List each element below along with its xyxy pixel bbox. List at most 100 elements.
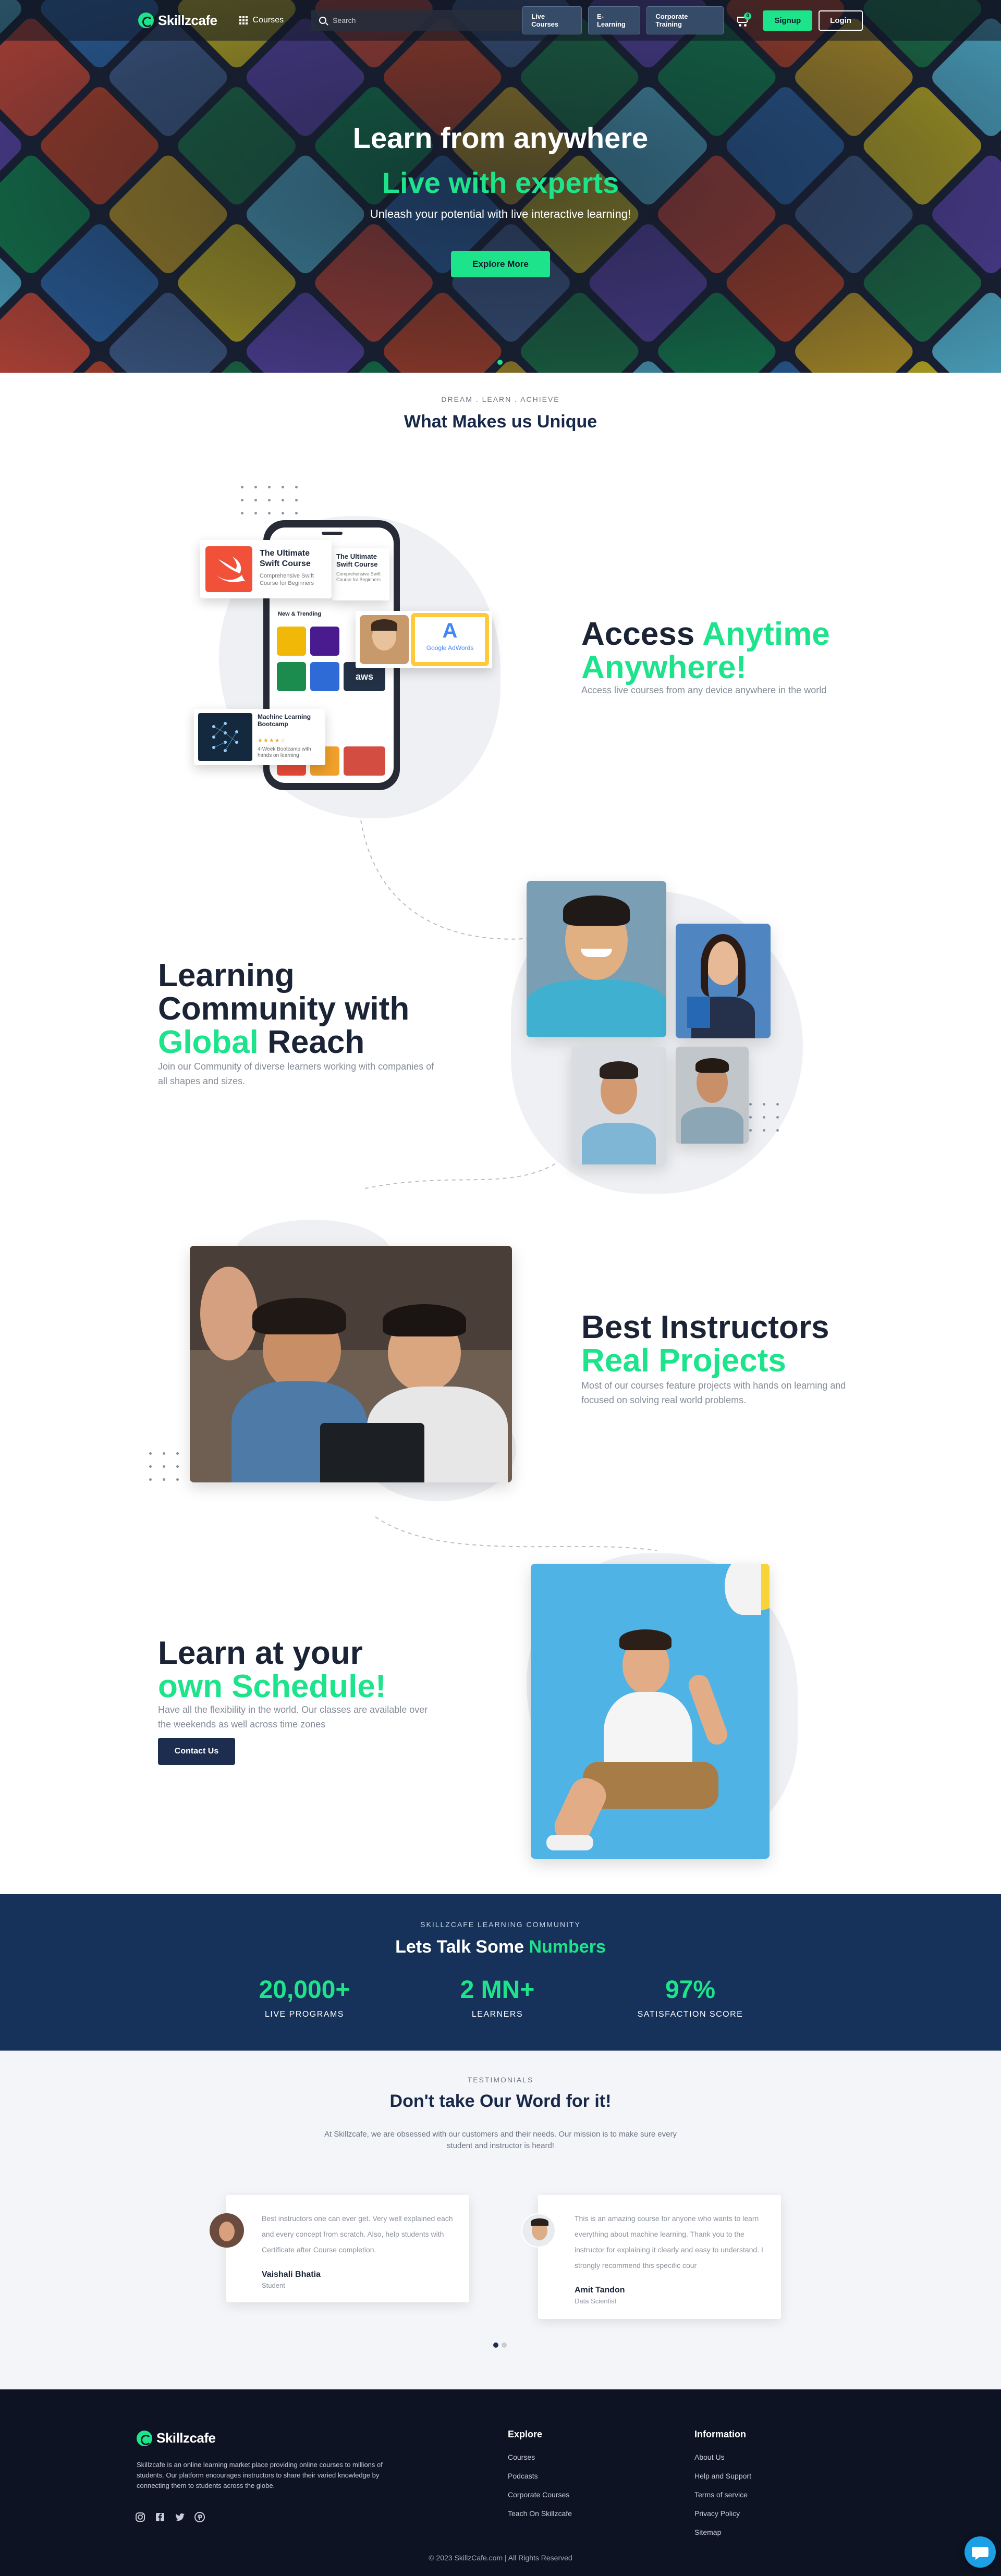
swift-card-sub: Comprehensive Swift Course for Beginners <box>260 573 314 586</box>
hero-title: Learn from anywhere <box>352 121 649 154</box>
testimonials-section: TESTIMONIALS Don't take Our Word for it!… <box>0 2051 1001 2389</box>
hero-subtitle: Unleash your potential with live interac… <box>370 207 631 220</box>
courses-label: Courses <box>252 16 284 24</box>
logo-icon <box>138 13 154 28</box>
stat-label: LEARNERS <box>471 2010 523 2019</box>
neural-net-image <box>198 713 252 761</box>
students-classroom-photo <box>190 1246 512 1482</box>
testimonial-card: Best instructors one can ever get. Very … <box>226 2195 469 2302</box>
testimonial-card: This is an amazing course for anyone who… <box>538 2195 781 2319</box>
feature-4-body: Have all the flexibility in the world. O… <box>158 1704 428 1729</box>
learner-photo-3 <box>571 1047 666 1164</box>
avatar <box>521 2213 556 2248</box>
cart-icon[interactable]: 0 <box>735 13 752 28</box>
feature-2-heading: Learning Community with Global Reach <box>158 958 410 1060</box>
logo-text: Skillzcafe <box>158 12 217 28</box>
happy-student-photo <box>531 1564 770 1859</box>
signup-button[interactable]: Signup <box>763 10 813 31</box>
unique-kicker: DREAM . LEARN . ACHIEVE <box>441 395 560 403</box>
courses-menu-button[interactable]: Courses <box>239 16 284 25</box>
testimonials-intro: At Skillzcafe, we are obsessed with our … <box>324 2130 677 2150</box>
feature-1-body: Access live courses from any device anyw… <box>581 685 827 695</box>
avatar <box>210 2213 244 2248</box>
grid-icon <box>239 16 248 24</box>
learner-photo-2 <box>676 924 771 1038</box>
testimonials-kicker: TESTIMONIALS <box>467 2076 534 2084</box>
search-input[interactable] <box>333 16 510 24</box>
explore-heading: Explore <box>508 2429 543 2439</box>
e-learning-button[interactable]: E-Learning <box>588 6 641 34</box>
information-heading: Information <box>694 2429 746 2439</box>
footer-link[interactable]: Sitemap <box>694 2528 721 2536</box>
carousel-dot[interactable] <box>497 360 503 365</box>
phone-new-trending: New & Trending <box>278 611 322 617</box>
hero-title-accent: Live with experts <box>382 166 619 199</box>
cart-badge: 0 <box>744 13 752 20</box>
stats-section: SKILLZCAFE LEARNING COMMUNITY Lets Talk … <box>0 1894 1001 2051</box>
search-icon <box>319 17 327 24</box>
pinterest-icon[interactable] <box>194 2511 205 2523</box>
footer-link[interactable]: Podcasts <box>508 2472 538 2480</box>
testimonial-name: Vaishali Bhatia <box>262 2270 321 2279</box>
hero-banner: Learn from anywhere Live with experts Un… <box>0 0 1001 373</box>
stat-value: 97% <box>665 1976 716 2004</box>
testimonial-role: Student <box>262 2281 285 2289</box>
swift-course-card: The Ultimate Swift Course Comprehensive … <box>200 540 332 598</box>
facebook-icon[interactable] <box>154 2511 166 2523</box>
stats-title: Lets Talk Some Numbers <box>395 1937 606 1957</box>
login-button[interactable]: Login <box>819 10 863 31</box>
footer-link[interactable]: Corporate Courses <box>508 2491 569 2499</box>
testimonial-role: Data Scientist <box>575 2297 617 2305</box>
phone-swift-sub: Comprehensive Swift Course for Beginners <box>336 571 381 582</box>
instructor-avatar <box>360 615 409 664</box>
ml-bootcamp-card: Machine Learning Bootcamp ★★★★☆ 4-Week B… <box>194 709 325 765</box>
stat-value: 2 MN+ <box>460 1976 535 2004</box>
logo-icon <box>137 2430 152 2446</box>
learner-photo-4 <box>676 1047 749 1144</box>
top-navbar: Skillzcafe Courses Live Courses E-Learni… <box>0 0 1001 41</box>
feature-4-heading: Learn at your own Schedule! <box>158 1635 386 1704</box>
contact-us-button[interactable]: Contact Us <box>158 1738 235 1765</box>
dot-pattern <box>241 486 298 514</box>
rating-stars-icon: ★★★★☆ <box>258 738 286 744</box>
ml-card-sub: 4-Week Bootcamp with hands on learning <box>258 746 311 758</box>
footer-logo[interactable]: Skillzcafe <box>137 2430 216 2446</box>
feature-1-heading: Access Anytime Anywhere! <box>581 616 830 685</box>
learner-photo-1 <box>527 881 666 1037</box>
search-bar[interactable] <box>311 10 523 31</box>
testimonial-name: Amit Tandon <box>575 2286 625 2295</box>
swift-card-title: The Ultimate Swift Course <box>260 549 311 568</box>
feature-3-body: Most of our courses feature projects wit… <box>581 1380 846 1405</box>
footer-link[interactable]: Courses <box>508 2453 535 2461</box>
stat-label: LIVE PROGRAMS <box>265 2010 344 2019</box>
chat-bubble-icon <box>972 2547 988 2560</box>
footer-link[interactable]: Teach On Skillzcafe <box>508 2509 572 2518</box>
footer-link[interactable]: About Us <box>694 2453 725 2461</box>
carousel-dot-active[interactable] <box>493 2342 498 2348</box>
footer-link[interactable]: Privacy Policy <box>694 2509 740 2518</box>
feature-3-heading: Best Instructors Real Projects <box>581 1309 829 1379</box>
phone-swift-title: The Ultimate Swift Course <box>336 553 378 568</box>
stat-value: 20,000+ <box>259 1976 350 2004</box>
swift-logo <box>205 546 252 592</box>
corporate-training-button[interactable]: Corporate Training <box>646 6 724 34</box>
testimonial-quote: Best instructors one can ever get. Very … <box>262 2214 453 2254</box>
copyright: © 2023 SkillzCafe.com | All Rights Reser… <box>429 2554 572 2562</box>
instagram-icon[interactable] <box>135 2511 146 2523</box>
stat-label: SATISFACTION SCORE <box>637 2010 743 2019</box>
instructor-card: A Google AdWords <box>356 611 492 668</box>
explore-more-button[interactable]: Explore More <box>451 251 550 277</box>
footer-description: Skillzcafe is an online learning market … <box>137 2461 383 2489</box>
twitter-icon[interactable] <box>174 2511 186 2523</box>
footer-link[interactable]: Terms of service <box>694 2491 748 2499</box>
chat-widget-button[interactable] <box>965 2536 996 2568</box>
testimonial-quote: This is an amazing course for anyone who… <box>575 2214 763 2270</box>
live-courses-button[interactable]: Live Courses <box>522 6 582 34</box>
footer-link[interactable]: Help and Support <box>694 2472 751 2480</box>
unique-title: What Makes us Unique <box>404 412 597 432</box>
stats-kicker: SKILLZCAFE LEARNING COMMUNITY <box>420 1920 581 1929</box>
footer: Skillzcafe Skillzcafe is an online learn… <box>0 2389 1001 2576</box>
carousel-dot[interactable] <box>502 2342 507 2348</box>
testimonials-title: Don't take Our Word for it! <box>389 2091 612 2111</box>
logo[interactable]: Skillzcafe <box>138 13 217 29</box>
